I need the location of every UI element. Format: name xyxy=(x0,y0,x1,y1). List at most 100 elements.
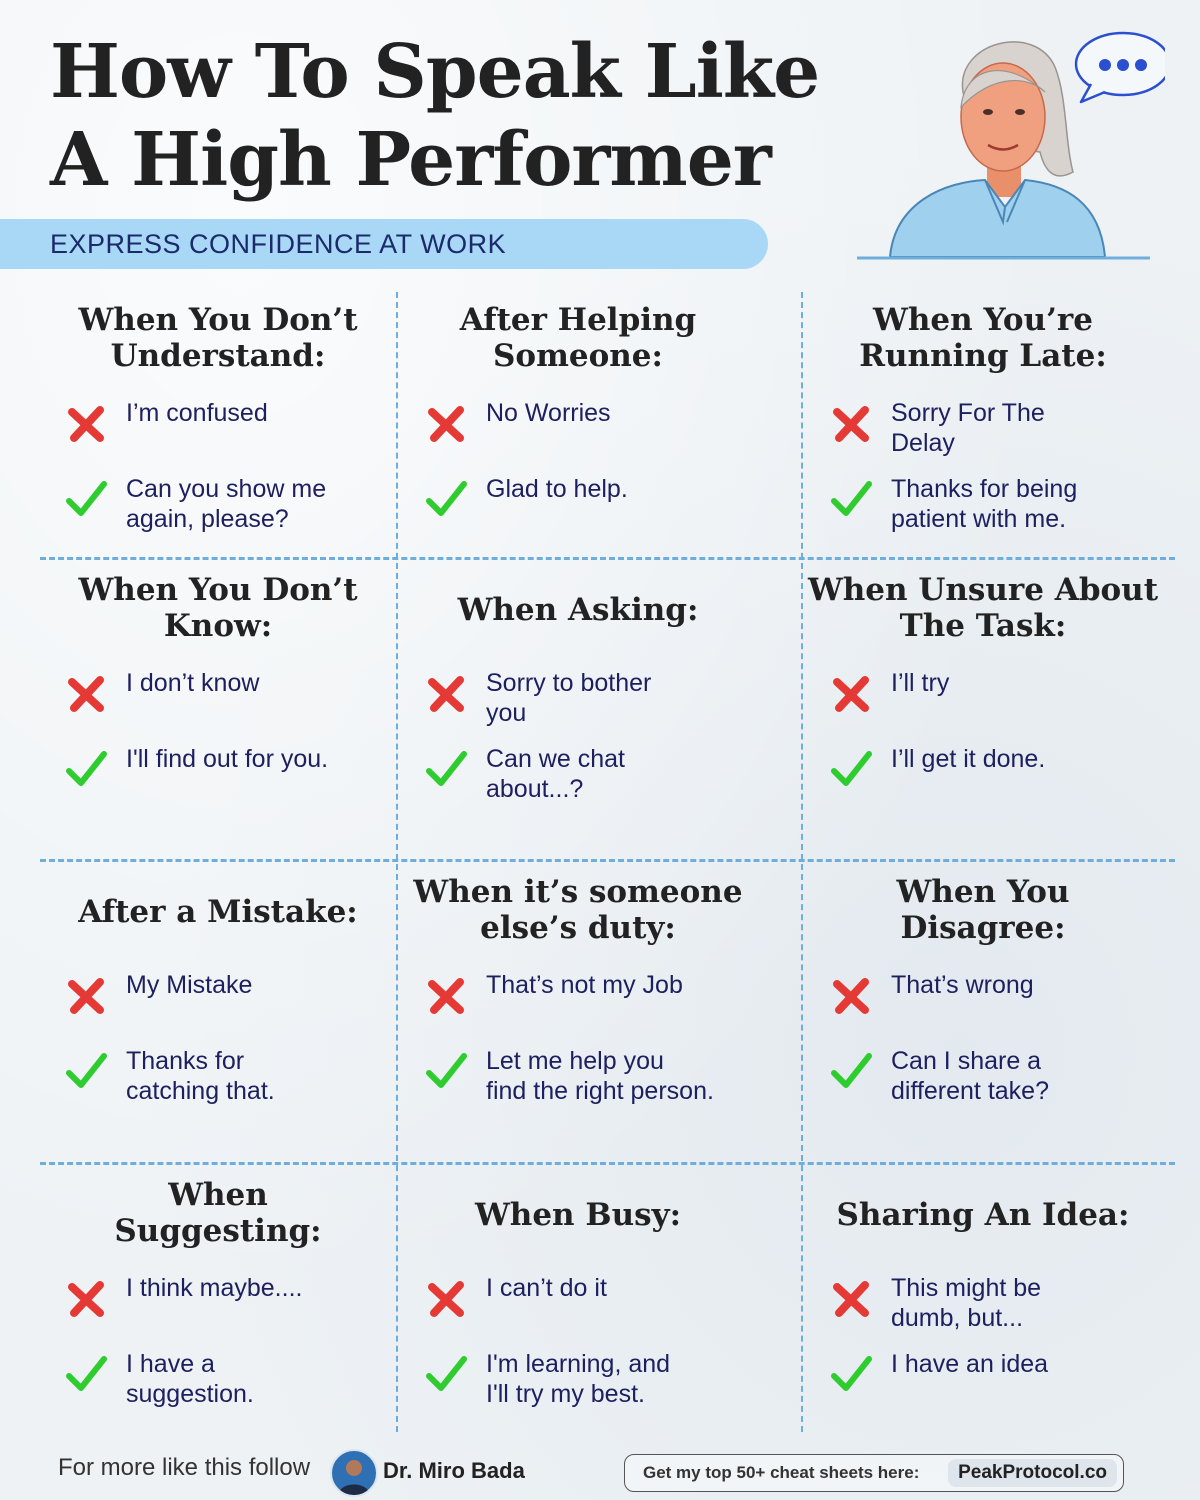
speech-bubble-icon xyxy=(1074,31,1165,104)
check-icon xyxy=(829,1048,873,1092)
section-title: After Helping Someone: xyxy=(459,302,697,374)
wrong-phrase-row: I’ll try xyxy=(825,664,1155,728)
right-phrase-row: Can I share a different take? xyxy=(825,1044,1155,1108)
cross-icon xyxy=(64,672,108,716)
tips-grid: When You Don’t Understand: I’m confused Ca… xyxy=(40,292,1175,1437)
section-title: When You Don’t Understand: xyxy=(78,302,358,374)
check-icon xyxy=(829,1351,873,1395)
cross-icon xyxy=(424,1277,468,1321)
wrong-phrase: I’m confused xyxy=(126,399,268,427)
section-title: When it’s someone else’s duty: xyxy=(413,874,743,946)
check-icon xyxy=(64,1351,108,1395)
right-phrase: Thanks for catching that. xyxy=(126,1047,275,1105)
tip-section: When it’s someone else’s duty: That’s not… xyxy=(400,864,756,1162)
right-phrase-row: Thanks for catching that. xyxy=(60,1044,390,1108)
section-title: When Unsure About The Task: xyxy=(807,572,1159,644)
cross-icon xyxy=(64,1277,108,1321)
wrong-phrase-row: Sorry For The Delay xyxy=(825,394,1155,458)
right-phrase: I have an idea xyxy=(891,1350,1049,1378)
wrong-phrase-row: I can’t do it xyxy=(420,1269,750,1333)
check-icon xyxy=(64,746,108,790)
wrong-phrase: I can’t do it xyxy=(486,1274,607,1302)
right-phrase-row: I have a suggestion. xyxy=(60,1347,390,1411)
wrong-phrase: That’s not my Job xyxy=(486,971,683,999)
section-title: Sharing An Idea: xyxy=(836,1197,1130,1233)
woman-portrait-illustration xyxy=(857,31,1165,260)
divider-horizontal xyxy=(40,557,1175,560)
cta-box: Get my top 50+ cheat sheets here: PeakPr… xyxy=(624,1454,1124,1492)
wrong-phrase: No Worries xyxy=(486,399,611,427)
title-line-2: A High Performer xyxy=(50,117,772,203)
check-icon xyxy=(64,476,108,520)
person-icon xyxy=(338,1460,370,1495)
tip-section: When Asking: Sorry to bother you Can we ch… xyxy=(400,562,756,859)
right-phrase: Thanks for being patient with me. xyxy=(891,475,1078,533)
right-phrase: I'm learning, and I'll try my best. xyxy=(486,1350,671,1408)
cross-icon xyxy=(424,672,468,716)
cross-icon xyxy=(829,672,873,716)
right-phrase-row: Can we chat about...? xyxy=(420,742,750,806)
right-phrase-row: Thanks for being patient with me. xyxy=(825,472,1155,536)
cross-icon xyxy=(424,974,468,1018)
title-line-1: How To Speak Like xyxy=(50,29,820,115)
right-phrase: I'll find out for you. xyxy=(126,745,329,773)
section-title: After a Mistake: xyxy=(78,894,358,930)
check-icon xyxy=(829,476,873,520)
cross-icon xyxy=(829,402,873,446)
check-icon xyxy=(424,1048,468,1092)
section-title: When You Disagree: xyxy=(896,874,1070,946)
wrong-phrase: Sorry to bother you xyxy=(486,669,652,727)
author-avatar[interactable] xyxy=(330,1449,378,1497)
follow-text: For more like this follow xyxy=(58,1454,311,1481)
cta-text: Get my top 50+ cheat sheets here: xyxy=(643,1463,920,1482)
wrong-phrase: I think maybe.... xyxy=(126,1274,303,1302)
divider-horizontal xyxy=(40,1162,1175,1165)
section-title: When You Don’t Know: xyxy=(78,572,358,644)
wrong-phrase-row: I’m confused xyxy=(60,394,390,458)
tip-section: When You’re Running Late: Sorry For The D… xyxy=(805,292,1161,557)
divider-horizontal xyxy=(40,859,1175,862)
check-icon xyxy=(829,746,873,790)
check-icon xyxy=(64,1048,108,1092)
tip-section: After Helping Someone: No Worries Glad to … xyxy=(400,292,756,557)
right-phrase-row: Can you show me again, please? xyxy=(60,472,390,536)
cross-icon xyxy=(829,974,873,1018)
cta-link[interactable]: PeakProtocol.co xyxy=(948,1459,1117,1487)
tip-section: When Busy: I can’t do it I'm learning, and… xyxy=(400,1167,756,1435)
right-phrase: Can I share a different take? xyxy=(891,1047,1049,1105)
right-phrase-row: Glad to help. xyxy=(420,472,750,536)
wrong-phrase: I don’t know xyxy=(126,669,260,697)
right-phrase: I have a suggestion. xyxy=(126,1350,254,1408)
cross-icon xyxy=(64,402,108,446)
divider-vertical xyxy=(801,292,803,1432)
cross-icon xyxy=(424,402,468,446)
wrong-phrase-row: That’s wrong xyxy=(825,966,1155,1030)
tip-section: After a Mistake: My Mistake Thanks for cat… xyxy=(40,864,396,1162)
section-title: When You’re Running Late: xyxy=(859,302,1107,374)
check-icon xyxy=(424,476,468,520)
right-phrase: Glad to help. xyxy=(486,475,628,503)
right-phrase: Can you show me again, please? xyxy=(126,475,327,533)
right-phrase-row: I'll find out for you. xyxy=(60,742,390,806)
wrong-phrase-row: This might be dumb, but... xyxy=(825,1269,1155,1333)
cross-icon xyxy=(64,974,108,1018)
wrong-phrase: Sorry For The Delay xyxy=(891,399,1045,457)
wrong-phrase-row: I think maybe.... xyxy=(60,1269,390,1333)
right-phrase-row: I’ll get it done. xyxy=(825,742,1155,806)
subtitle-ribbon: EXPRESS CONFIDENCE AT WORK xyxy=(0,219,768,269)
right-phrase-row: I have an idea xyxy=(825,1347,1155,1411)
tip-section: When You Don’t Know: I don’t know I'll fin… xyxy=(40,562,396,859)
tip-section: When You Don’t Understand: I’m confused Ca… xyxy=(40,292,396,557)
wrong-phrase: That’s wrong xyxy=(891,971,1034,999)
right-phrase: Let me help you find the right person. xyxy=(486,1047,714,1105)
page-title: How To Speak Like A High Performer xyxy=(50,28,840,204)
wrong-phrase-row: I don’t know xyxy=(60,664,390,728)
wrong-phrase: My Mistake xyxy=(126,971,253,999)
author-name[interactable]: Dr. Miro Bada xyxy=(383,1458,525,1484)
wrong-phrase-row: No Worries xyxy=(420,394,750,458)
cross-icon xyxy=(829,1277,873,1321)
right-phrase-row: Let me help you find the right person. xyxy=(420,1044,750,1108)
tip-section: When Unsure About The Task: I’ll try I’ll … xyxy=(805,562,1161,859)
tip-section: When You Disagree: That’s wrong Can I shar… xyxy=(805,864,1161,1162)
tip-section: Sharing An Idea: This might be dumb, but.… xyxy=(805,1167,1161,1435)
